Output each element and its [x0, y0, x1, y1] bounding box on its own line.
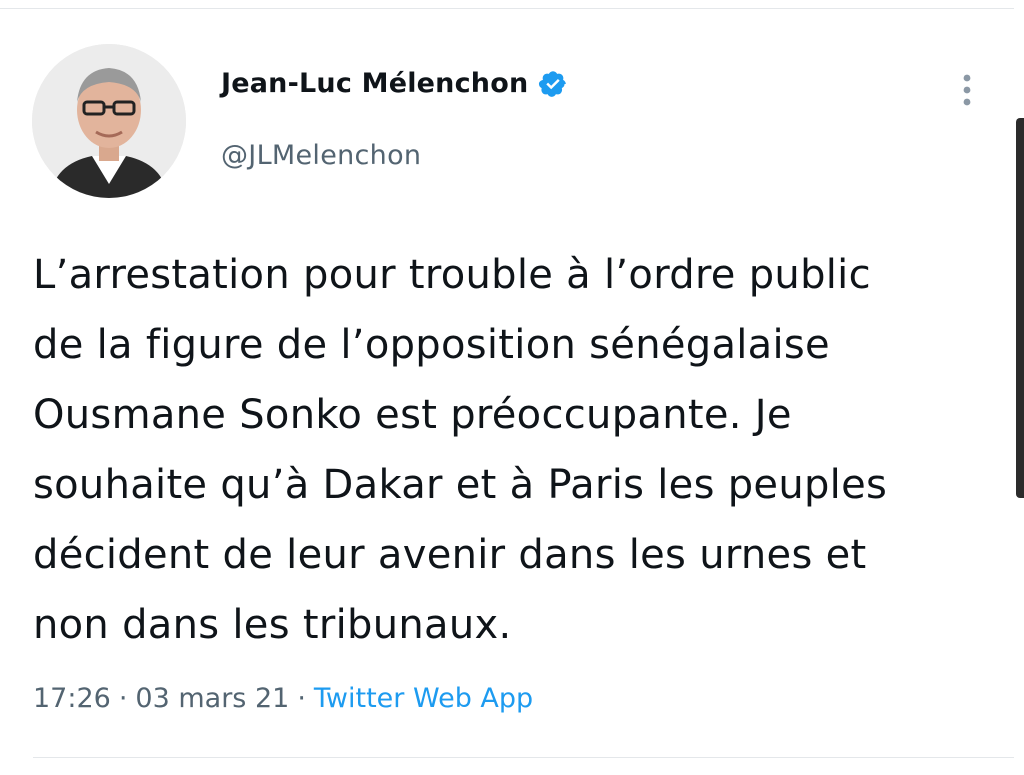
- bottom-divider: [33, 757, 1014, 758]
- verified-badge-icon: [538, 69, 568, 99]
- tweet-text: L’arrestation pour trouble à l’ordre pub…: [33, 240, 993, 660]
- tweet-meta: 17:26 · 03 mars 21 · Twitter Web App: [33, 683, 533, 714]
- avatar-portrait: [32, 44, 186, 198]
- author-handle[interactable]: @JLMelenchon: [221, 140, 421, 171]
- meta-separator: ·: [118, 683, 128, 714]
- tweet-line: décident de leur avenir dans les urnes e…: [33, 532, 867, 578]
- scrollbar-edge: [1016, 118, 1024, 498]
- tweet-line: souhaite qu’à Dakar et à Paris les peupl…: [33, 462, 888, 508]
- more-vertical-icon[interactable]: [955, 72, 979, 112]
- tweet-date[interactable]: 03 mars 21: [135, 683, 289, 714]
- tweet-line: non dans les tribunaux.: [33, 602, 512, 648]
- meta-separator: ·: [297, 683, 306, 714]
- author-display-name[interactable]: Jean-Luc Mélenchon: [221, 68, 528, 99]
- tweet-line: L’arrestation pour trouble à l’ordre pub…: [33, 252, 871, 298]
- author-name-row: Jean-Luc Mélenchon: [221, 68, 568, 99]
- top-divider: [0, 0, 1014, 9]
- tweet-time[interactable]: 17:26: [33, 683, 111, 714]
- tweet-source-link[interactable]: Twitter Web App: [314, 683, 533, 714]
- tweet-line: Ousmane Sonko est préoccupante. Je: [33, 392, 792, 438]
- tweet-line: de la figure de l’opposition sénégalaise: [33, 322, 830, 368]
- avatar[interactable]: [32, 44, 186, 198]
